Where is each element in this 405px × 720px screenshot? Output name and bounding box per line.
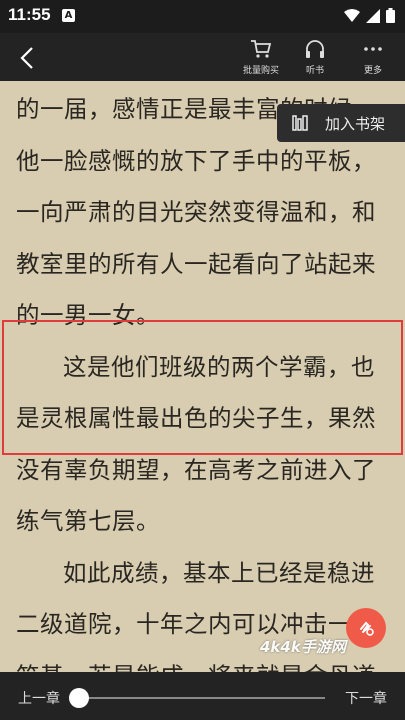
more-dots-icon bbox=[364, 47, 382, 51]
battery-icon bbox=[386, 8, 395, 23]
chevron-left-icon bbox=[20, 47, 33, 69]
previous-chapter-button[interactable]: 上一章 bbox=[18, 688, 60, 708]
cart-icon bbox=[251, 40, 272, 58]
next-chapter-button[interactable]: 下一章 bbox=[345, 688, 387, 708]
bulk-buy-button[interactable]: 批量购买 bbox=[236, 37, 286, 76]
listen-button[interactable]: 听书 bbox=[290, 37, 340, 76]
signal-icon bbox=[366, 8, 380, 23]
hand-icon bbox=[360, 621, 374, 636]
status-time: 11:55 bbox=[8, 5, 51, 24]
progress-slider-thumb[interactable] bbox=[69, 688, 89, 708]
wifi-icon bbox=[344, 8, 360, 22]
progress-slider-track[interactable] bbox=[78, 697, 325, 699]
more-label: 更多 bbox=[363, 66, 382, 76]
bookshelf-icon bbox=[292, 115, 308, 131]
back-button[interactable] bbox=[14, 44, 42, 72]
add-to-bookshelf-button[interactable]: 加入书架 bbox=[277, 104, 405, 142]
watermark: 4k4k手游网 bbox=[260, 638, 346, 656]
headphones-icon bbox=[306, 40, 324, 58]
bulk-buy-label: 批量购买 bbox=[242, 66, 279, 76]
floating-action-button[interactable] bbox=[346, 608, 386, 648]
reader-toolbar: 批量购买 听书 更多 bbox=[0, 33, 405, 81]
chapter-navigation-bar: 上一章 下一章 bbox=[0, 672, 405, 720]
highlight-box bbox=[2, 320, 403, 455]
paragraph: 他一脸感慨的放下了手中的平板，一向严肃的目光突然变得温和，和教室里的所有人一起看… bbox=[16, 146, 376, 330]
add-to-bookshelf-label: 加入书架 bbox=[325, 114, 386, 133]
status-bar: 11:55 A bbox=[0, 0, 405, 33]
listen-label: 听书 bbox=[305, 66, 324, 76]
status-icons bbox=[344, 8, 395, 23]
more-button[interactable]: 更多 bbox=[348, 37, 398, 76]
notification-badge-icon: A bbox=[62, 9, 75, 22]
